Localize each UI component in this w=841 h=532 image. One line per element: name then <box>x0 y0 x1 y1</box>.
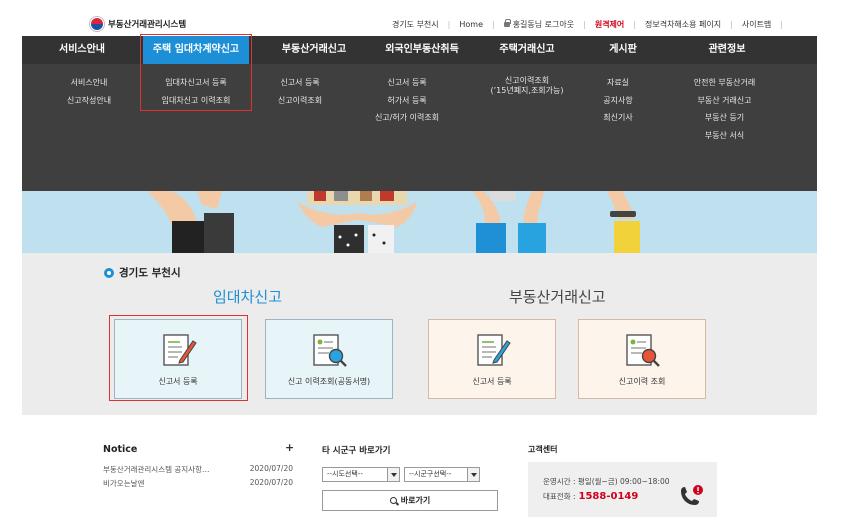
submenu-real-estate-trade: 신고서 등록 신고이력조회 <box>249 74 351 109</box>
submenu-related-info: 안전한 부동산거래 부동산 거래신고 부동산 등기 부동산 서식 <box>672 74 777 144</box>
card-label: 신고서 등록 <box>158 377 198 386</box>
phone-line: 대표전화 :1588-0149 <box>543 491 638 502</box>
goto-button-label: 바로가기 <box>400 496 431 505</box>
submenu-item[interactable]: 서비스안내 <box>22 74 156 92</box>
util-link-accessibility-page[interactable]: 정보격차해소용 페이지 <box>636 19 730 30</box>
notice-item-title: 부동산거래관리시스템 공지사항… <box>103 465 210 474</box>
lease-register-card[interactable]: 신고서 등록 <box>114 319 242 399</box>
sido-select[interactable]: --시도선택-- <box>322 467 400 482</box>
main-navigation: 서비스안내 주택 임대차계약신고 부동산거래신고 외국인부동산취득 주택거래신고… <box>22 36 817 191</box>
chevron-down-icon <box>387 468 399 481</box>
submenu-item[interactable]: 신고서 등록 <box>249 74 351 92</box>
operating-hours: 운영시간 : 평일(월~금) 09:00~18:00 <box>543 477 670 486</box>
current-region: 경기도 부천시 <box>104 265 181 280</box>
search-icon <box>389 497 397 504</box>
submenu-item-lease-register[interactable]: 임대차신고서 등록 <box>143 74 249 92</box>
trade-report-heading: 부동산거래신고 <box>509 288 606 306</box>
tab-board[interactable]: 게시판 <box>568 36 678 64</box>
submenu-service-guide: 서비스안내 신고작성안내 <box>22 74 156 109</box>
search-document-icon <box>626 334 660 367</box>
util-link-home[interactable]: Home <box>450 20 492 29</box>
hero-banner <box>22 191 817 253</box>
edit-document-icon <box>477 334 511 366</box>
goto-button[interactable]: 바로가기 <box>322 490 498 511</box>
submenu-item[interactable]: 허가서 등록 <box>352 92 462 110</box>
util-link-region[interactable]: 경기도 부천시 <box>383 19 448 30</box>
utility-links: 경기도 부천시 | Home | 홍길동님 로그아웃 | 원격제어 | 정보격차… <box>383 19 783 30</box>
sigungu-select-value: --시군구선택-- <box>409 470 452 478</box>
tab-lease-report[interactable]: 주택 임대차계약신고 <box>143 36 249 64</box>
util-link-logout[interactable]: 홍길동님 로그아웃 <box>495 19 583 30</box>
lease-history-card[interactable]: 신고 이력조회(공동서명) <box>265 319 393 399</box>
trade-history-card[interactable]: 신고이력 조회 <box>578 319 706 399</box>
lease-report-heading: 임대차신고 <box>213 288 283 306</box>
submenu-item[interactable]: 공지사항 <box>568 92 668 110</box>
submenu-item[interactable]: 자료실 <box>568 74 668 92</box>
sigungu-select[interactable]: --시군구선택-- <box>404 467 480 482</box>
submenu-item[interactable]: 신고/허가 이력조회 <box>352 109 462 127</box>
submenu-item[interactable]: 부동산 등기 <box>672 109 777 127</box>
submenu-board: 자료실 공지사항 최신기사 <box>568 74 668 127</box>
edit-document-icon <box>163 334 197 366</box>
notice-heading: Notice <box>103 444 138 455</box>
lock-icon <box>503 19 511 27</box>
notice-item-date: 2020/07/20 <box>249 464 293 473</box>
notice-item-date: 2020/07/20 <box>249 478 293 487</box>
submenu-item-lease-history[interactable]: 임대차신고 이력조회 <box>143 92 249 110</box>
site-logo[interactable]: 부동산거래관리시스템 <box>90 17 186 31</box>
trade-register-card[interactable]: 신고서 등록 <box>428 319 556 399</box>
submenu-item[interactable]: 부동산 서식 <box>672 127 777 145</box>
phone-icon <box>681 485 703 505</box>
list-item[interactable]: 비가오는날엔 2020/07/20 <box>103 478 293 489</box>
card-label: 신고 이력조회(공동서명) <box>287 377 371 386</box>
tab-service-guide[interactable]: 서비스안내 <box>22 36 142 64</box>
site-logo-text: 부동산거래관리시스템 <box>108 20 187 30</box>
notice-item-title: 비가오는날엔 <box>103 479 145 488</box>
util-link-remote-control[interactable]: 원격제어 <box>586 19 633 30</box>
list-item[interactable]: 부동산거래관리시스템 공지사항… 2020/07/20 <box>103 464 293 475</box>
customer-center-heading: 고객센터 <box>528 445 558 454</box>
phone-number: 1588-0149 <box>578 491 639 502</box>
chevron-down-icon <box>467 468 479 481</box>
card-label: 신고이력 조회 <box>618 377 666 386</box>
submenu-item[interactable]: 안전한 부동산거래 <box>672 74 777 92</box>
logout-label: 홍길동님 로그아웃 <box>512 20 575 29</box>
submenu-foreigner-acquisition: 신고서 등록 허가서 등록 신고/허가 이력조회 <box>352 74 462 127</box>
search-document-icon <box>313 334 347 367</box>
util-link-sitemap[interactable]: 사이트맵 <box>733 19 780 30</box>
submenu-item[interactable]: 최신기사 <box>568 109 668 127</box>
region-shortcut-heading: 타 시군구 바로가기 <box>322 446 391 456</box>
submenu-item[interactable]: 신고이력조회 <box>249 92 351 110</box>
submenu-item[interactable]: 신고서 등록 <box>352 74 462 92</box>
notice-more-button[interactable]: + <box>285 441 294 454</box>
top-utility-bar: 부동산거래관리시스템 경기도 부천시 | Home | 홍길동님 로그아웃 | … <box>22 10 817 38</box>
location-pin-icon <box>104 267 114 278</box>
hands-illustration <box>147 191 640 253</box>
taegeuk-logo-icon <box>90 17 104 31</box>
divider: | <box>780 20 783 29</box>
current-region-label: 경기도 부천시 <box>119 267 181 279</box>
sido-select-value: --시도선택-- <box>327 470 363 478</box>
submenu-item[interactable]: 부동산 거래신고 <box>672 92 777 110</box>
service-panel: 경기도 부천시 임대차신고 부동산거래신고 신고서 등록 신고 이력조회(공동서… <box>22 253 817 415</box>
submenu-item[interactable]: 신고작성안내 <box>22 92 156 110</box>
tab-related-info[interactable]: 관련정보 <box>672 36 782 64</box>
nav-tab-bar: 서비스안내 주택 임대차계약신고 부동산거래신고 외국인부동산취득 주택거래신고… <box>22 36 817 64</box>
customer-center-box: 운영시간 : 평일(월~금) 09:00~18:00 대표전화 :1588-01… <box>528 462 717 517</box>
submenu-lease-report: 임대차신고서 등록 임대차신고 이력조회 <box>143 74 249 109</box>
card-label: 신고서 등록 <box>472 377 512 386</box>
phone-label: 대표전화 : <box>543 492 576 501</box>
